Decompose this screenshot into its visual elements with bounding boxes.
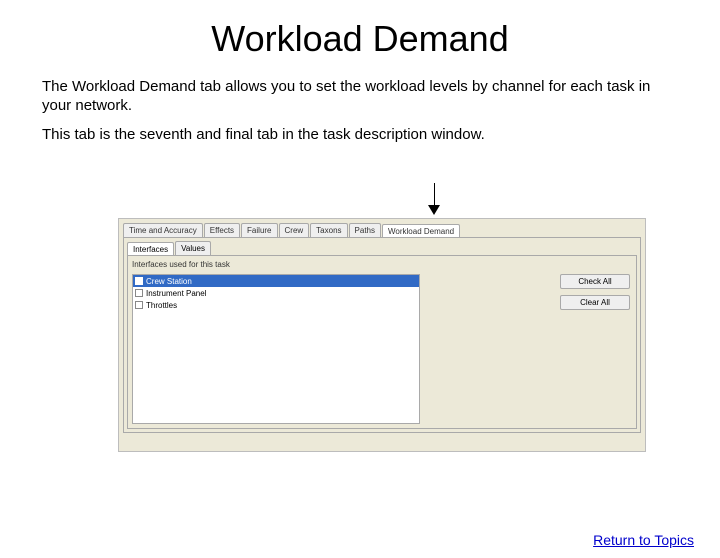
- main-tab-row: Time and Accuracy Effects Failure Crew T…: [119, 219, 645, 237]
- list-item-label: Throttles: [146, 301, 177, 310]
- check-all-button[interactable]: Check All: [560, 274, 630, 289]
- tab-crew[interactable]: Crew: [279, 223, 310, 237]
- interfaces-panel: Interfaces used for this task Crew Stati…: [127, 255, 637, 429]
- sub-tab-row: Interfaces Values: [124, 238, 640, 255]
- checkbox-icon[interactable]: [135, 289, 143, 297]
- tab-effects[interactable]: Effects: [204, 223, 240, 237]
- clear-all-button[interactable]: Clear All: [560, 295, 630, 310]
- task-description-window: Time and Accuracy Effects Failure Crew T…: [118, 218, 646, 452]
- list-label: Interfaces used for this task: [128, 256, 636, 271]
- tab-failure[interactable]: Failure: [241, 223, 277, 237]
- interfaces-listbox[interactable]: Crew Station Instrument Panel Throttles: [132, 274, 420, 424]
- subtab-values[interactable]: Values: [175, 241, 211, 255]
- tab-workload-demand[interactable]: Workload Demand: [382, 224, 460, 238]
- description-2: This tab is the seventh and final tab in…: [42, 126, 678, 145]
- side-buttons: Check All Clear All: [560, 274, 630, 310]
- return-to-topics-link[interactable]: Return to Topics: [593, 532, 694, 548]
- checkbox-icon[interactable]: [135, 301, 143, 309]
- list-item-label: Instrument Panel: [146, 289, 206, 298]
- tab-paths[interactable]: Paths: [349, 223, 381, 237]
- description-1: The Workload Demand tab allows you to se…: [42, 78, 678, 116]
- tab-panel: Interfaces Values Interfaces used for th…: [123, 237, 641, 433]
- tab-time-and-accuracy[interactable]: Time and Accuracy: [123, 223, 203, 237]
- pointer-arrow: [428, 183, 442, 217]
- page-title: Workload Demand: [0, 18, 720, 60]
- subtab-interfaces[interactable]: Interfaces: [127, 242, 174, 256]
- tab-taxons[interactable]: Taxons: [310, 223, 347, 237]
- list-item[interactable]: Instrument Panel: [133, 287, 419, 299]
- list-item[interactable]: Crew Station: [133, 275, 419, 287]
- checkbox-icon[interactable]: [135, 277, 143, 285]
- list-item-label: Crew Station: [146, 277, 192, 286]
- list-item[interactable]: Throttles: [133, 299, 419, 311]
